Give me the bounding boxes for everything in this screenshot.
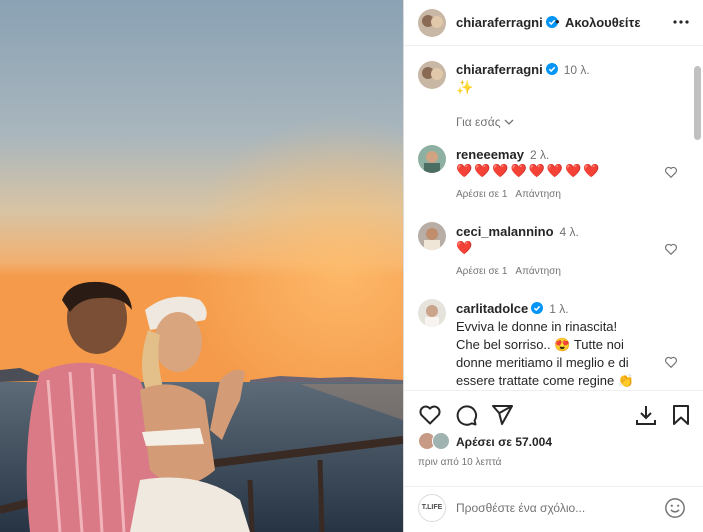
comment-time: 1 λ. [549, 302, 569, 316]
liker-avatars [418, 432, 450, 450]
post-header: chiaraferragni • Ακολουθείτε [404, 0, 703, 46]
scrollbar-thumb[interactable] [694, 66, 701, 140]
following-button[interactable]: Ακολουθείτε [565, 15, 641, 30]
reply-button[interactable]: Απάντηση [515, 266, 560, 277]
caption-time: 10 λ. [563, 63, 590, 77]
download-icon[interactable] [634, 403, 658, 427]
heart-icon[interactable] [664, 165, 678, 179]
comment-meta: Αρέσει σε 1 Απάντηση [456, 266, 569, 277]
reply-button[interactable]: Απάντηση [515, 189, 560, 200]
more-options-icon[interactable] [672, 13, 690, 31]
comment-text: ❤️ [456, 240, 475, 255]
comment-time: 4 λ. [559, 225, 579, 239]
chevron-down-icon [504, 119, 513, 125]
post-timestamp[interactable]: πριν από 10 λεπτά [418, 457, 501, 468]
heart-icon[interactable] [418, 403, 442, 427]
comment-avatar[interactable] [418, 145, 446, 173]
author-avatar[interactable] [418, 9, 446, 37]
comment-time: 2 λ. [529, 148, 550, 162]
comment-text-line: donne meritiamo il meglio e di [456, 355, 629, 370]
comment-composer: T.LIFE [404, 486, 703, 532]
comment-likes-count[interactable]: Αρέσει σε 1 [456, 266, 507, 277]
comment-meta: Αρέσει σε 1 Απάντηση [456, 189, 569, 200]
comments-list[interactable]: chiaraferragni 10 λ. ✨ Για εσάς reneeemay… [404, 47, 703, 389]
heart-icon[interactable] [664, 242, 678, 256]
comment-username[interactable]: ceci_malannino 4 λ. [456, 224, 579, 239]
comment-avatar[interactable] [418, 299, 446, 327]
comment-text-line: Evviva le donne in rinascita! [456, 319, 618, 334]
verified-badge-icon [545, 63, 558, 75]
for-you-label: Για εσάς [456, 115, 501, 129]
sunset-couple-photo [0, 0, 403, 532]
bookmark-icon[interactable] [669, 403, 693, 427]
heart-icon[interactable] [664, 355, 678, 369]
comment-input[interactable] [456, 495, 656, 521]
comment-avatar[interactable] [418, 222, 446, 250]
comment-username[interactable]: carlitadolce 1 λ. [456, 301, 569, 316]
comment-username[interactable]: reneeemay 2 λ. [456, 147, 549, 162]
likes-count[interactable]: Αρέσει σε 57.004 [456, 435, 552, 449]
comment-icon[interactable] [454, 403, 478, 427]
comment-text: ❤️❤️❤️❤️❤️❤️❤️❤️ [456, 163, 602, 178]
verified-badge-icon [531, 302, 544, 314]
for-you-filter[interactable]: Για εσάς [456, 115, 514, 129]
comment-text-line: Che bel sorriso.. 😍 Tutte noi [456, 337, 624, 352]
emoji-icon[interactable] [664, 497, 686, 519]
caption-text: ✨ [456, 79, 474, 95]
composer-avatar: T.LIFE [418, 494, 446, 522]
caption-author-avatar[interactable] [418, 61, 446, 89]
separator-dot: • [555, 14, 560, 29]
post-details-panel: chiaraferragni • Ακολουθείτε chiaraferra… [403, 0, 703, 532]
post-photo[interactable] [0, 0, 403, 532]
caption-author[interactable]: chiaraferragni 10 λ. [456, 62, 590, 77]
comment-likes-count[interactable]: Αρέσει σε 1 [456, 189, 507, 200]
share-icon[interactable] [490, 403, 514, 427]
author-username[interactable]: chiaraferragni [456, 15, 558, 30]
comment-text-line: essere trattate come regine 👏 [456, 373, 635, 388]
post-actions: Αρέσει σε 57.004 πριν από 10 λεπτά [404, 390, 703, 500]
